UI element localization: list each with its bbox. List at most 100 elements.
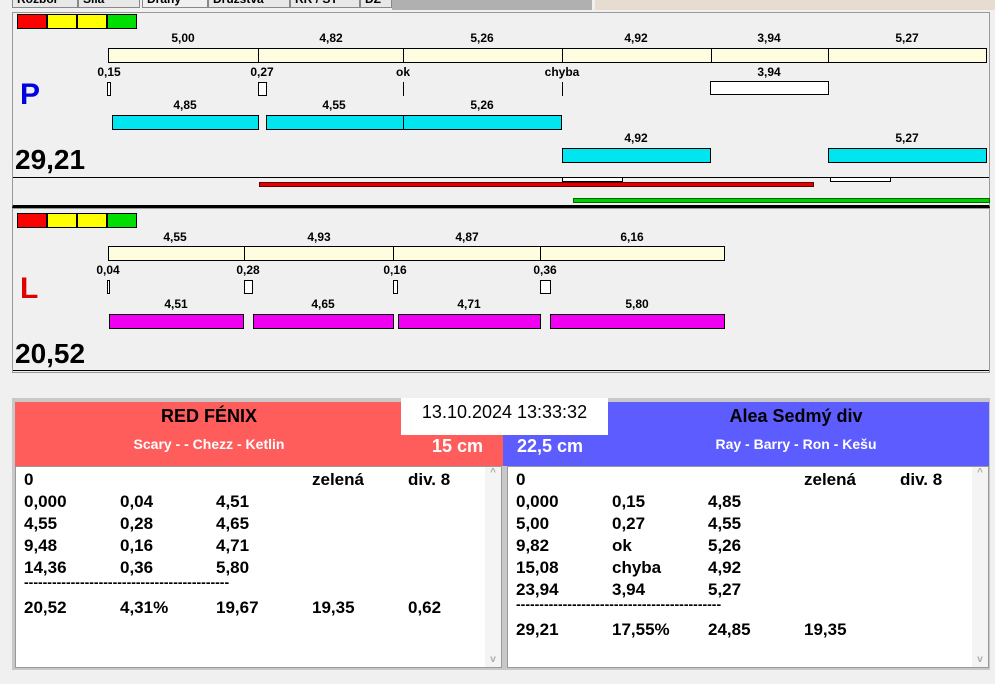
cell: div. 8 xyxy=(900,470,943,489)
segment-bar xyxy=(562,48,712,63)
gap-label: 0,36 xyxy=(533,263,557,277)
segment-label: 4,92 xyxy=(624,31,648,45)
tab-druzstva[interactable]: Družstva xyxy=(208,0,290,8)
gap-box xyxy=(258,82,267,96)
magenta-bar xyxy=(253,314,394,329)
gap-label: 0,04 xyxy=(96,263,120,277)
indicator-yellow xyxy=(47,213,77,228)
cell: chyba xyxy=(612,558,662,577)
cell: 9,82 xyxy=(516,536,550,555)
segment-label: 6,16 xyxy=(620,230,644,244)
tab-rr-st[interactable]: RR / ST xyxy=(290,0,360,8)
segment-bar xyxy=(108,246,245,261)
cell: 0,04 xyxy=(120,492,154,511)
cell: 4,31% xyxy=(120,598,169,617)
segment-bar xyxy=(108,48,259,63)
cyan-bar xyxy=(828,148,987,163)
separator: ----------------------------------------… xyxy=(516,596,722,612)
datetime: 13.10.2024 13:33:32 xyxy=(401,398,608,435)
segment-label: 4,93 xyxy=(307,230,331,244)
cell: 4,71 xyxy=(216,536,250,555)
gap-label: 0,15 xyxy=(97,65,121,79)
cell: 9,48 xyxy=(24,536,58,555)
gap-box xyxy=(244,280,253,294)
magenta-label: 4,65 xyxy=(311,297,335,311)
tab-strip-filler xyxy=(392,0,592,10)
team-distance: 22,5 cm xyxy=(517,436,584,456)
team-players: Ray - Barry - Ron - Kešu xyxy=(715,436,877,452)
indicator-yellow xyxy=(47,14,77,29)
lane-letter-p: P xyxy=(20,78,41,111)
magenta-label: 4,71 xyxy=(457,297,481,311)
cyan-bar xyxy=(403,115,562,130)
indicator-yellow xyxy=(77,14,107,29)
segment-label: 5,00 xyxy=(171,31,195,45)
segment-bar xyxy=(403,48,563,63)
gap-label: chyba xyxy=(544,65,580,79)
segment-label: 4,87 xyxy=(455,230,479,244)
cell: 4,92 xyxy=(708,558,742,577)
l-score: 20,52 xyxy=(15,338,86,369)
indicator-green xyxy=(107,213,137,228)
segment-bar xyxy=(244,246,394,261)
cell: 4,51 xyxy=(216,492,250,511)
left-results-list[interactable]: 0 zelená div. 8 0,000 0,04 4,51 4,55 0,28 4,6… xyxy=(15,466,502,668)
cyan-label: 4,92 xyxy=(624,131,648,145)
cyan-label: 4,85 xyxy=(173,98,197,112)
scrollbar[interactable]: ^ v xyxy=(485,467,501,667)
cell: 0,16 xyxy=(120,536,154,555)
cyan-label: 4,55 xyxy=(322,98,346,112)
segment-label: 4,55 xyxy=(163,230,187,244)
green-progress-line xyxy=(573,198,990,203)
magenta-label: 5,80 xyxy=(625,297,649,311)
tab-drahy[interactable]: Dráhy xyxy=(142,0,208,8)
team-name: Alea Sedmý div xyxy=(729,406,863,426)
right-results-list[interactable]: 0 zelená div. 8 0,000 0,15 4,85 5,00 0,27 4,5… xyxy=(507,466,989,668)
gap-box xyxy=(710,81,829,95)
cell: 4,85 xyxy=(708,492,742,511)
cell: 0,28 xyxy=(120,514,154,533)
gap-label: 0,16 xyxy=(383,263,407,277)
gap-label: 0,27 xyxy=(250,65,274,79)
cell: 0,27 xyxy=(612,514,646,533)
p-score: 29,21 xyxy=(15,144,86,175)
marker-box xyxy=(830,177,891,182)
segment-bar xyxy=(540,246,725,261)
cyan-label: 5,27 xyxy=(895,131,919,145)
segment-bar xyxy=(393,246,541,261)
cell: 4,65 xyxy=(216,514,250,533)
segment-bar xyxy=(711,48,829,63)
tab-rozbor[interactable]: Rozbor xyxy=(12,0,78,8)
cell: zelená xyxy=(312,470,364,489)
segment-label: 5,26 xyxy=(470,31,494,45)
gap-box xyxy=(107,82,111,96)
cell: zelená xyxy=(804,470,856,489)
indicator-red xyxy=(17,14,47,29)
separator: ----------------------------------------… xyxy=(24,574,230,590)
tab-sila[interactable]: Síla xyxy=(78,0,140,8)
team-players: Scary - - Chezz - Ketlin xyxy=(133,436,285,452)
magenta-bar xyxy=(109,314,244,329)
cell: div. 8 xyxy=(408,470,451,489)
tab-dz[interactable]: DZ xyxy=(360,0,392,8)
cell: 0,000 xyxy=(24,492,67,511)
cell: 0,000 xyxy=(516,492,559,511)
scrollbar[interactable]: ^ v xyxy=(972,467,988,667)
lane-letter-l: L xyxy=(20,272,39,305)
indicator-yellow xyxy=(77,213,107,228)
cell: 5,26 xyxy=(708,536,742,555)
cell: 29,21 xyxy=(516,620,559,639)
cell: 0,62 xyxy=(408,598,442,617)
cell: 0 xyxy=(24,470,34,489)
cell: 4,55 xyxy=(708,514,742,533)
segment-label: 5,27 xyxy=(895,31,919,45)
gap-box xyxy=(393,280,398,294)
cell: 4,55 xyxy=(24,514,58,533)
indicator-green xyxy=(107,14,137,29)
cell: ok xyxy=(612,536,632,555)
cell: 19,35 xyxy=(312,598,355,617)
cyan-bar xyxy=(562,148,711,163)
magenta-bar xyxy=(550,314,725,329)
team-name: RED FÉNIX xyxy=(160,406,257,426)
segment-label: 3,94 xyxy=(757,31,781,45)
